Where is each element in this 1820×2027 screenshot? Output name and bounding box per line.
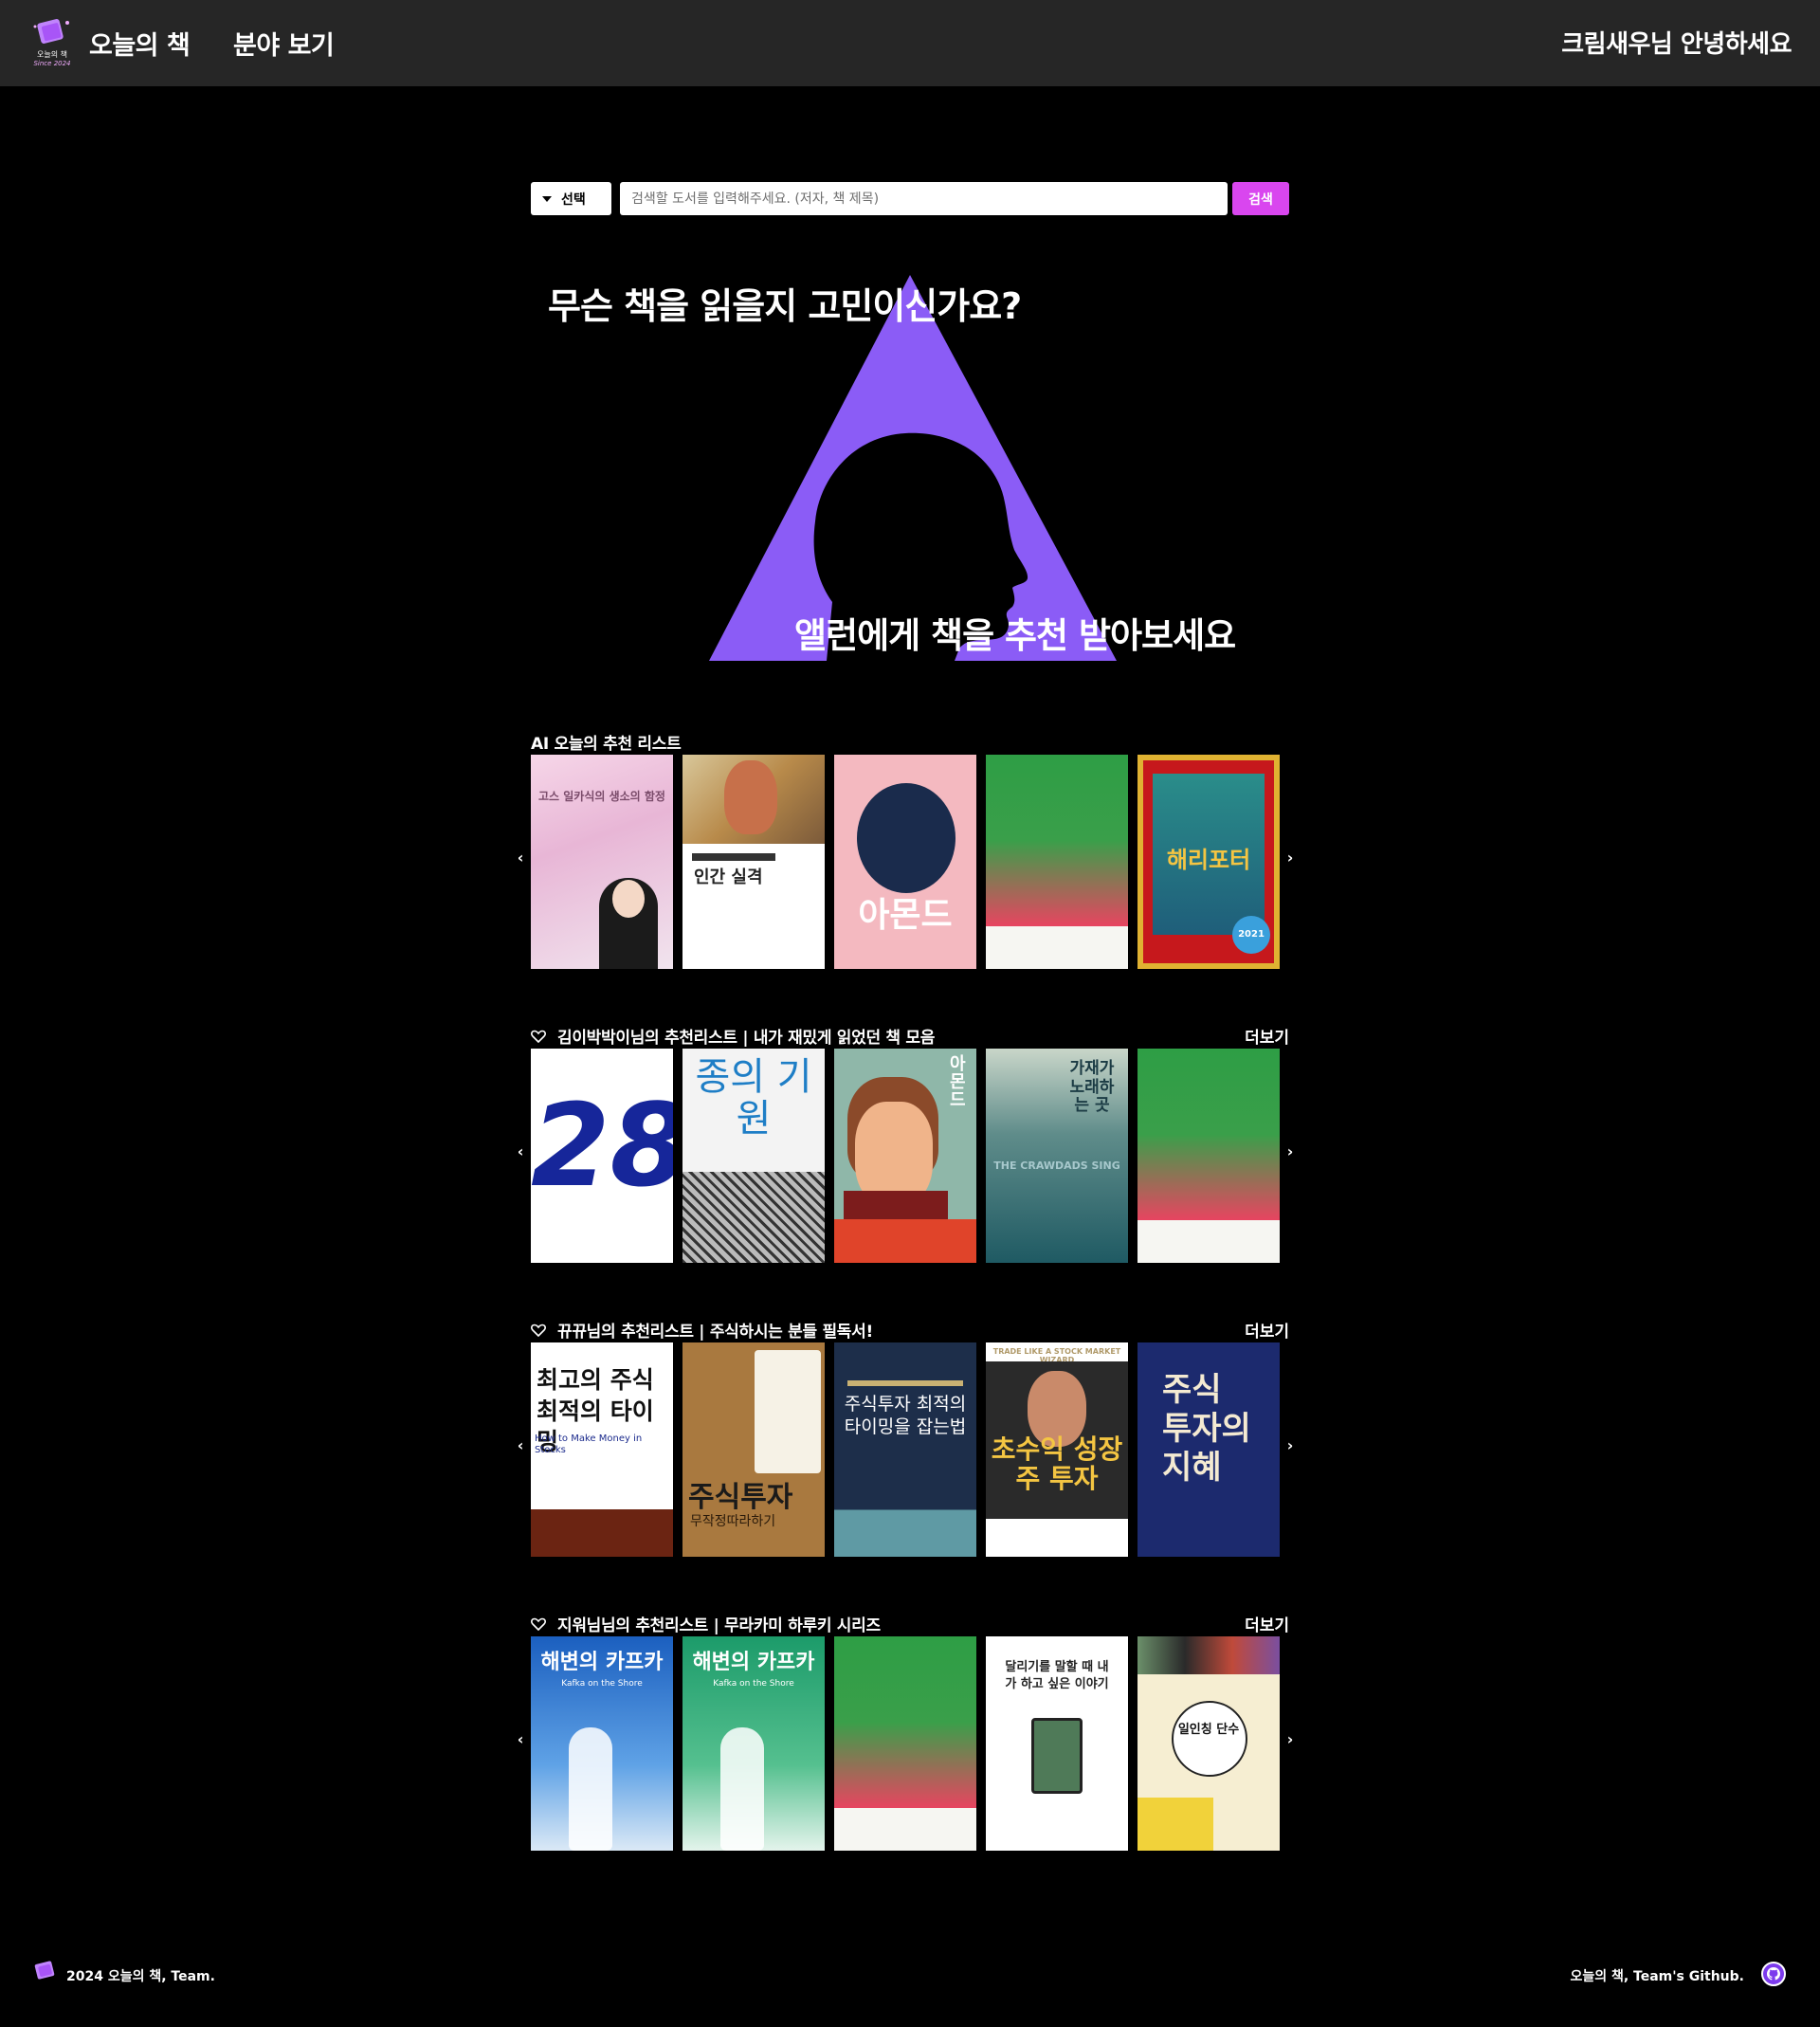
section-title: AI 오늘의 추천 리스트 <box>531 735 682 754</box>
search-input[interactable] <box>620 182 1228 215</box>
chevron-down-icon <box>542 195 552 202</box>
book-cover[interactable]: 해리포터 2021 <box>1138 755 1280 969</box>
book-cover[interactable]: 달리기를 말할 때 내가 하고 싶은 이야기 <box>986 1636 1128 1851</box>
book-cover[interactable] <box>1138 1049 1280 1263</box>
footer-copyright: 2024 오늘의 책, Team. <box>66 1969 215 1984</box>
section-title: 김이박박이님의 추천리스트 | 내가 재밌게 읽었던 책 모음 <box>531 1024 935 1048</box>
nav-home-link[interactable]: 오늘의 책 <box>89 25 191 62</box>
section-title: 지워님님의 추천리스트 | 무라카미 하루키 시리즈 <box>531 1612 881 1635</box>
hero-banner[interactable]: 무슨 책을 읽을지 고민이신가요? 앨런에게 책을 추천 받아보세요 <box>531 265 1289 664</box>
more-link[interactable]: 더보기 <box>1245 1318 1289 1342</box>
carousel-next-arrow[interactable]: › <box>1283 1437 1297 1454</box>
book-cover[interactable]: 종의 기원 <box>682 1049 825 1263</box>
book-cover[interactable]: 인간 실격 <box>682 755 825 969</box>
book-cover[interactable]: 주식투자 무작정따라하기 <box>682 1342 825 1557</box>
book-cover[interactable]: 주식 투자의 지혜 <box>1138 1342 1280 1557</box>
book-carousel: ‹ 해변의 카프카 Kafka on the Shore 해변의 카프카 Kaf… <box>518 1636 1293 1851</box>
carousel-next-arrow[interactable]: › <box>1283 1731 1297 1748</box>
carousel-next-arrow[interactable]: › <box>1283 849 1297 867</box>
section-title: 뀨뀨님의 추천리스트 | 주식하시는 분들 필독서! <box>531 1318 873 1342</box>
logo-since: Since 2024 <box>33 60 71 67</box>
more-link[interactable]: 더보기 <box>1245 1612 1289 1635</box>
footer-logo[interactable] <box>30 1959 61 1997</box>
carousel-prev-arrow[interactable]: ‹ <box>514 1143 527 1160</box>
hero-question: 무슨 책을 읽을지 고민이신가요? <box>548 285 1022 327</box>
book-cover[interactable]: 고스 일카식의 생소의 함정 <box>531 755 673 969</box>
heart-icon[interactable] <box>531 1030 546 1043</box>
book-cover[interactable]: 가재가 노래하는 곳 THE CRAWDADS SING <box>986 1049 1128 1263</box>
hero-cta: 앨런에게 책을 추천 받아보세요 <box>794 615 1236 656</box>
book-cover[interactable]: 최고의 주식 최적의 타이밍 How to Make Money in Stoc… <box>531 1342 673 1557</box>
search-button[interactable]: 검색 <box>1232 182 1289 215</box>
search-type-select[interactable]: 선택 <box>531 182 611 215</box>
footer-github-link[interactable]: 오늘의 책, Team's Github. <box>1570 1966 1744 1985</box>
book-cover[interactable]: 일인칭 단수 <box>1138 1636 1280 1851</box>
carousel-prev-arrow[interactable]: ‹ <box>514 1731 527 1748</box>
carousel-prev-arrow[interactable]: ‹ <box>514 1437 527 1454</box>
search-type-label: 선택 <box>561 192 586 208</box>
book-cover[interactable]: 28 <box>531 1049 673 1263</box>
book-cover[interactable]: 아몬드 <box>834 755 976 969</box>
heart-icon[interactable] <box>531 1617 546 1631</box>
logo-text: 오늘의 책 <box>37 50 67 59</box>
book-carousel: ‹ 고스 일카식의 생소의 함정 인간 실격 아몬드 해리포터 2021 › <box>518 755 1293 969</box>
book-cover[interactable]: 아몬드 <box>834 1049 976 1263</box>
book-cover[interactable]: 주식투자 최적의 타이밍을 잡는법 <box>834 1342 976 1557</box>
carousel-next-arrow[interactable]: › <box>1283 1143 1297 1160</box>
carousel-prev-arrow[interactable]: ‹ <box>514 849 527 867</box>
book-cover[interactable]: 해변의 카프카 Kafka on the Shore <box>682 1636 825 1851</box>
book-cover[interactable] <box>986 755 1128 969</box>
top-header: 오늘의 책 Since 2024 오늘의 책 분야 보기 크림새우님 안녕하세요 <box>0 0 1820 86</box>
heart-icon[interactable] <box>531 1324 546 1337</box>
book-carousel: ‹ 최고의 주식 최적의 타이밍 How to Make Money in St… <box>518 1342 1293 1557</box>
book-cover[interactable]: 해변의 카프카 Kafka on the Shore <box>531 1636 673 1851</box>
github-icon[interactable] <box>1761 1962 1786 1986</box>
site-logo[interactable]: 오늘의 책 Since 2024 <box>29 15 75 72</box>
book-cover[interactable]: TRADE LIKE A STOCK MARKET WIZARD 초수익 성장주… <box>986 1342 1128 1557</box>
book-carousel: ‹ 28 종의 기원 아몬드 가재가 노래하는 곳 THE CRAWDADS S… <box>518 1049 1293 1263</box>
book-cover[interactable] <box>834 1636 976 1851</box>
user-greeting[interactable]: 크림새우님 안녕하세요 <box>1561 25 1792 60</box>
nav-category-link[interactable]: 분야 보기 <box>233 25 335 62</box>
more-link[interactable]: 더보기 <box>1245 1024 1289 1048</box>
